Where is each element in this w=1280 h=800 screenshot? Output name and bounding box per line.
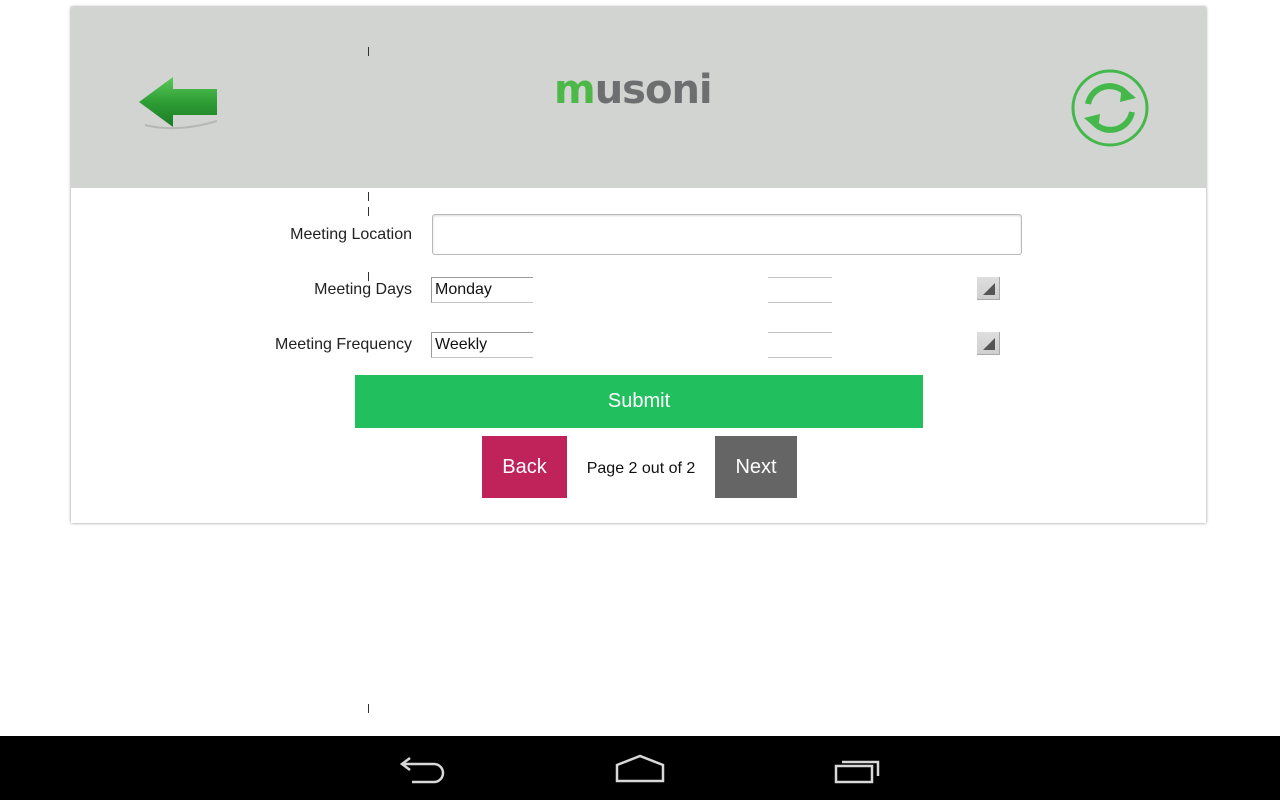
cursor-mark — [368, 47, 369, 56]
android-back-icon[interactable] — [394, 752, 454, 786]
refresh-icon[interactable] — [1070, 68, 1150, 148]
submit-button[interactable]: Submit — [355, 375, 923, 428]
android-home-icon[interactable] — [610, 752, 670, 786]
spinner-divider — [768, 277, 832, 303]
meeting-frequency-label: Meeting Frequency — [275, 336, 412, 353]
meeting-frequency-value: Weekly — [431, 332, 533, 358]
meeting-days-spinner[interactable]: Monday — [431, 277, 1001, 303]
app-screen: musoni Meeting Location Meeting Days Mon… — [0, 0, 1280, 800]
form-card: musoni Meeting Location Meeting Days Mon… — [71, 7, 1206, 523]
back-button[interactable]: Back — [482, 436, 567, 498]
meeting-location-label: Meeting Location — [290, 226, 412, 243]
page-indicator: Page 2 out of 2 — [586, 460, 696, 477]
logo-text-rest: usoni — [594, 67, 713, 113]
system-nav-bar — [0, 736, 1280, 800]
cursor-mark — [368, 704, 369, 713]
meeting-days-label: Meeting Days — [314, 281, 412, 298]
meeting-frequency-spinner[interactable]: Weekly — [431, 332, 1001, 358]
dropdown-arrow-icon[interactable] — [977, 277, 1000, 300]
back-arrow-icon[interactable] — [137, 75, 219, 131]
app-header: musoni — [71, 7, 1206, 188]
cursor-mark — [368, 207, 369, 216]
dropdown-arrow-icon[interactable] — [977, 332, 1000, 355]
spinner-divider — [768, 332, 832, 358]
cursor-mark — [368, 192, 369, 201]
android-recents-icon[interactable] — [828, 752, 888, 786]
logo-letter-m: m — [554, 67, 596, 113]
meeting-location-input[interactable] — [432, 214, 1022, 255]
cursor-mark — [368, 272, 369, 281]
next-button[interactable]: Next — [715, 436, 797, 498]
musoni-logo: musoni — [554, 67, 724, 113]
meeting-days-value: Monday — [431, 277, 533, 303]
